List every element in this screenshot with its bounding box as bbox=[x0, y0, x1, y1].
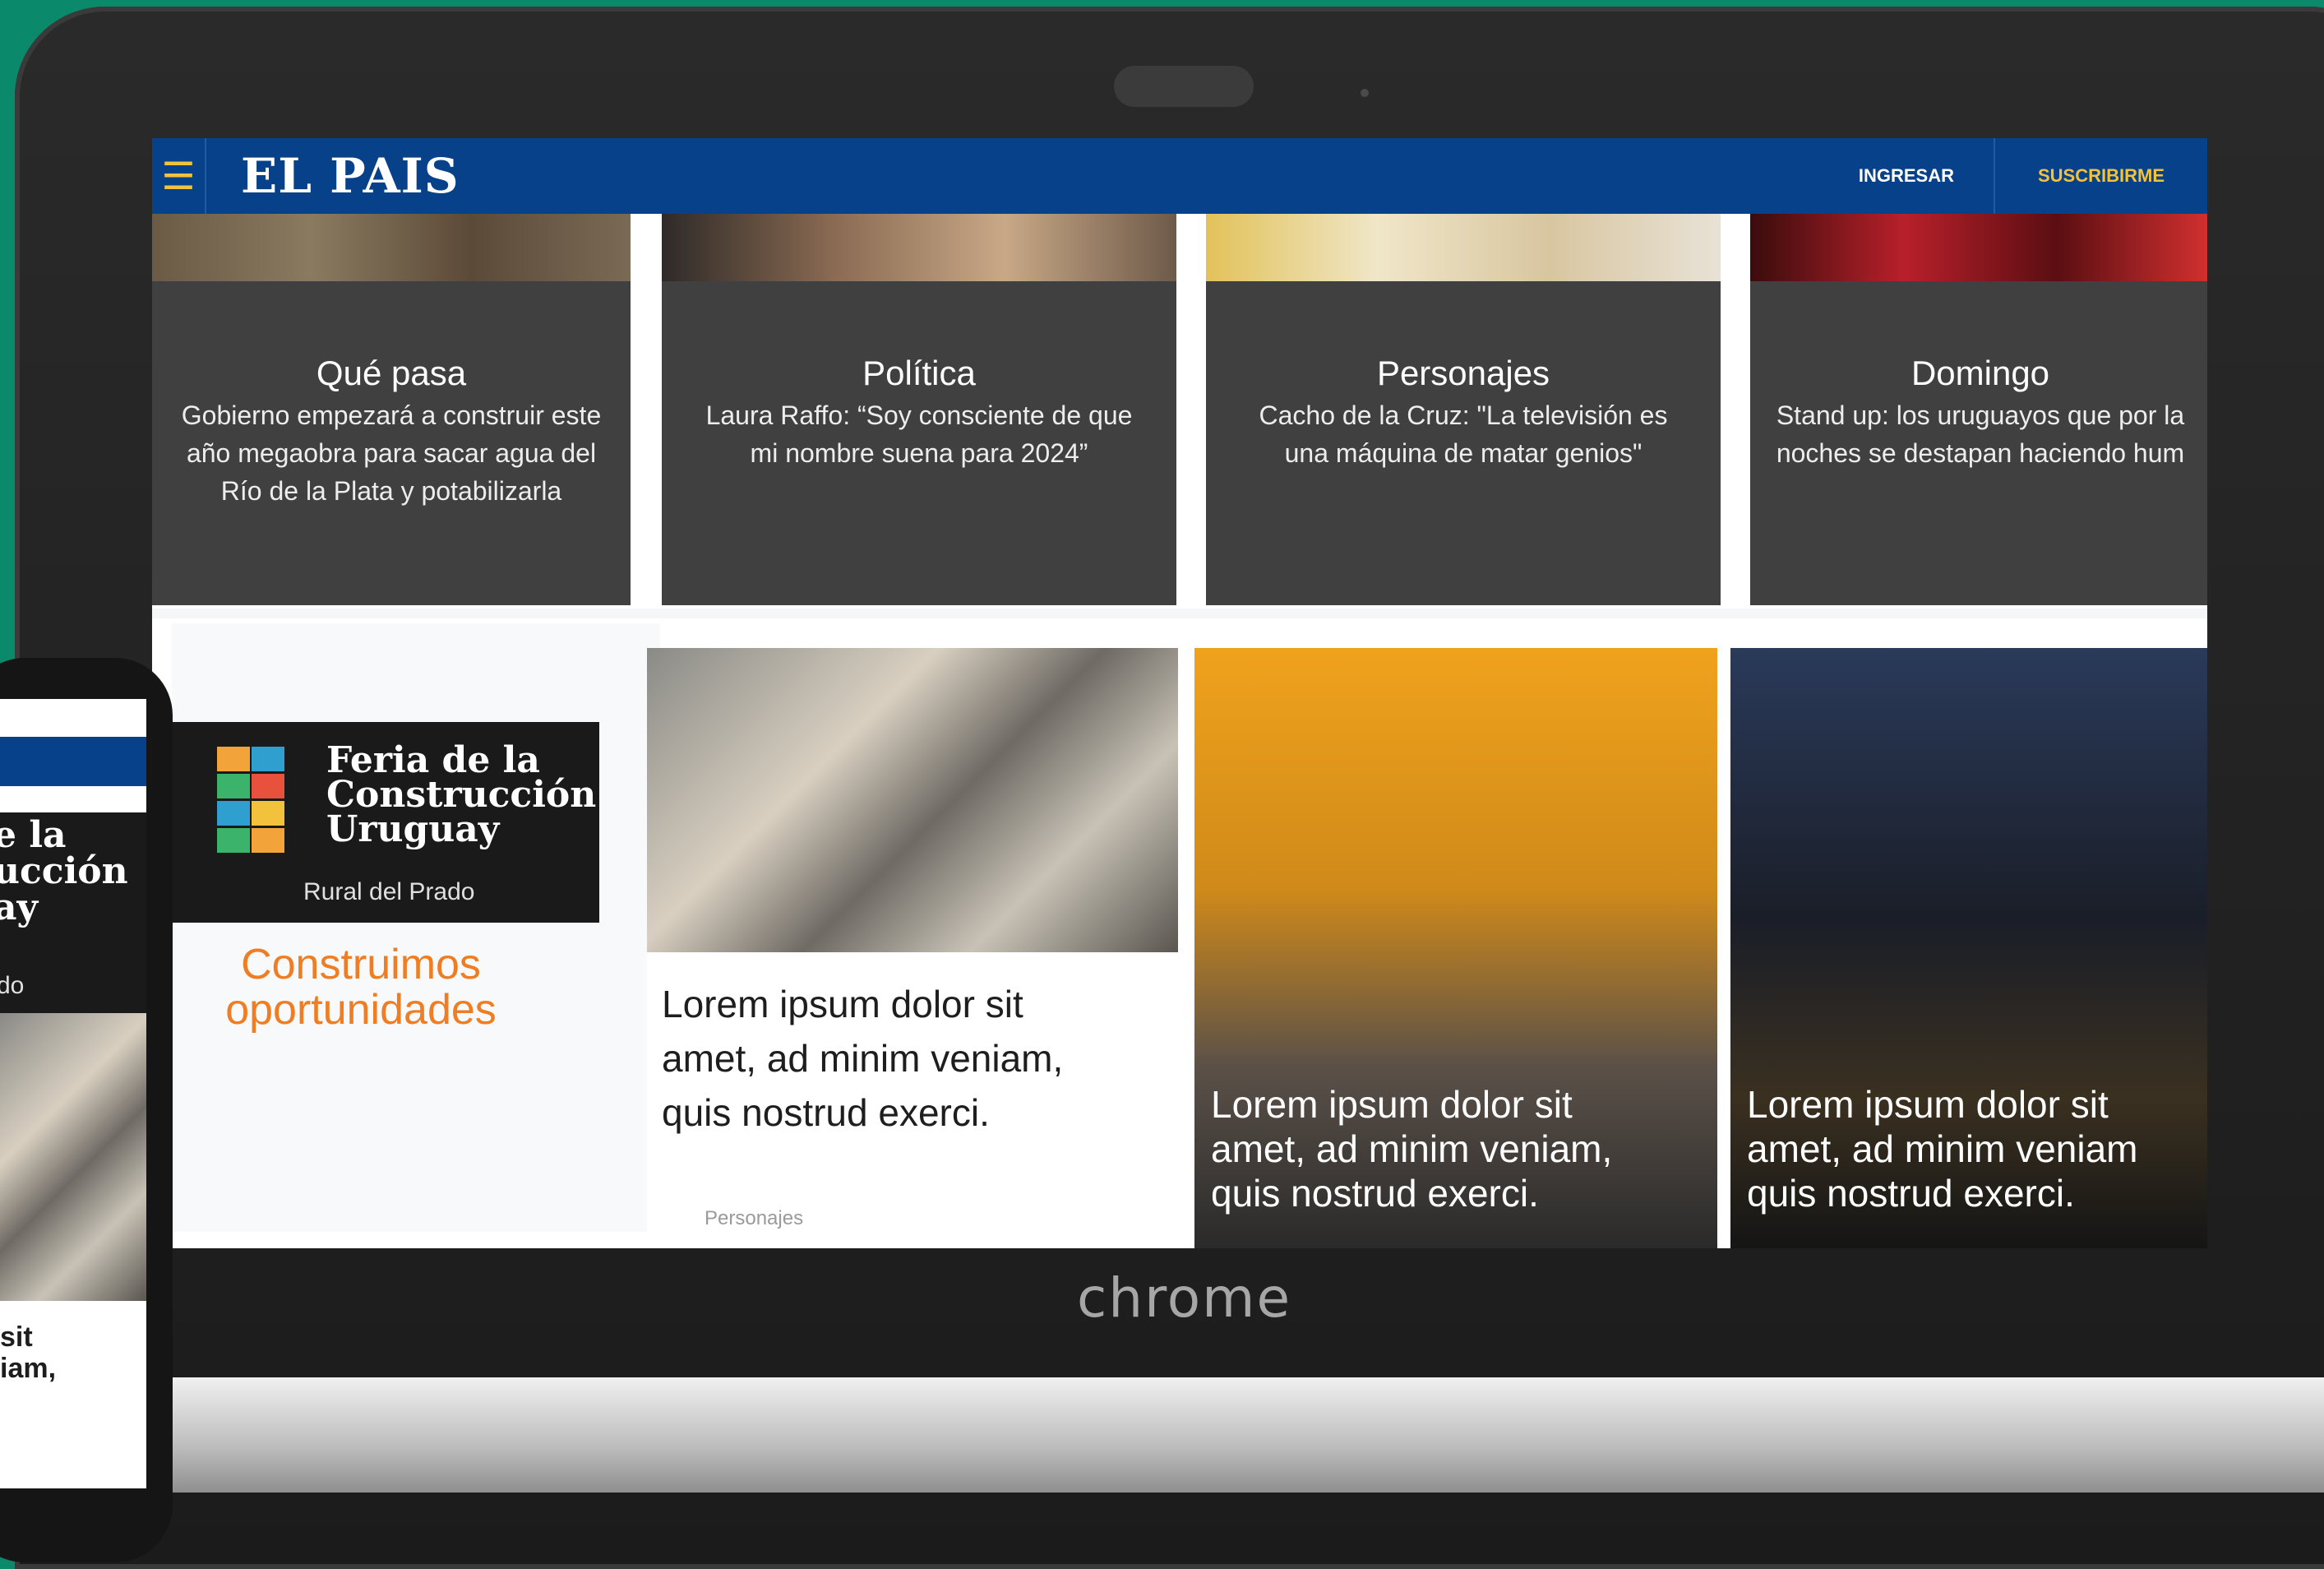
card-image bbox=[1750, 214, 2207, 281]
site-header: ☰ EL PAIS INGRESAR SUSCRIBIRME bbox=[152, 138, 2207, 214]
phone-article-image bbox=[0, 1013, 146, 1301]
promo-tagline[interactable]: Construimos oportunidades bbox=[213, 942, 509, 1033]
card-headline: Laura Raffo: “Soy consciente de que mi n… bbox=[705, 400, 1133, 468]
phone-article-headline[interactable]: sit iam, bbox=[0, 1321, 56, 1384]
laptop-base bbox=[164, 1377, 2324, 1493]
phone-feria-title: e la ucción ay bbox=[0, 814, 128, 928]
news-card-domingo[interactable]: Domingo Stand up: los uruguayos que por … bbox=[1750, 214, 2207, 605]
phone-screen: e la ucción ay do sit iam, bbox=[0, 699, 146, 1488]
feria-subtitle: Rural del Prado bbox=[303, 878, 475, 905]
card-headline: Gobierno empezará a construir este año m… bbox=[181, 400, 602, 506]
device-brand-label: chrome bbox=[1077, 1266, 1292, 1330]
feria-banner[interactable]: Feria de la Construcción Uruguay Rural d… bbox=[172, 722, 599, 923]
article-headline[interactable]: Lorem ipsum dolor sit amet, ad minim ven… bbox=[662, 977, 1063, 1140]
news-card-que-pasa[interactable]: Qué pasa Gobierno empezará a construir e… bbox=[152, 214, 631, 605]
article-image bbox=[647, 648, 1178, 952]
phone-site-header bbox=[0, 737, 146, 786]
section-divider bbox=[152, 609, 2207, 618]
feria-title: Feria de la Construcción Uruguay bbox=[326, 739, 597, 850]
phone-feria-subtitle: do bbox=[0, 972, 25, 999]
card-section-title: Personajes bbox=[1376, 354, 1550, 392]
site-logo[interactable]: EL PAIS bbox=[241, 148, 460, 204]
news-card-politica[interactable]: Política Laura Raffo: “Soy consciente de… bbox=[662, 214, 1176, 605]
camera-indicator bbox=[1361, 89, 1369, 97]
card-section-title: Política bbox=[862, 354, 976, 392]
card-image bbox=[662, 214, 1176, 281]
subscribe-button[interactable]: SUSCRIBIRME bbox=[1993, 138, 2207, 214]
hamburger-icon[interactable]: ☰ bbox=[152, 138, 206, 214]
sponsor-promo[interactable]: Feria de la Construcción Uruguay Rural d… bbox=[172, 623, 660, 1232]
article-card[interactable]: Lorem ipsum dolor sit amet, ad minim ven… bbox=[1730, 648, 2207, 1248]
card-section-title: Qué pasa bbox=[316, 354, 467, 392]
article-section-tag[interactable]: Personajes bbox=[705, 1207, 803, 1230]
article-card[interactable]: Lorem ipsum dolor sit amet, ad minim ven… bbox=[1194, 648, 1717, 1248]
webcam bbox=[1114, 66, 1254, 107]
login-button[interactable]: INGRESAR bbox=[1819, 138, 1994, 214]
feria-logo-icon bbox=[217, 747, 284, 853]
article-headline[interactable]: Lorem ipsum dolor sit amet, ad minim ven… bbox=[1747, 1082, 2138, 1215]
card-headline: Stand up: los uruguayos que por la noche… bbox=[1776, 400, 2185, 468]
article-card[interactable]: Lorem ipsum dolor sit amet, ad minim ven… bbox=[647, 648, 1178, 1248]
card-image bbox=[1206, 214, 1721, 281]
card-section-title: Domingo bbox=[1910, 354, 2050, 392]
card-image bbox=[152, 214, 631, 281]
article-headline[interactable]: Lorem ipsum dolor sit amet, ad minim ven… bbox=[1211, 1082, 1612, 1215]
laptop-screen: ☰ EL PAIS INGRESAR SUSCRIBIRME Qué pasa … bbox=[152, 138, 2207, 1248]
news-card-personajes[interactable]: Personajes Cacho de la Cruz: "La televis… bbox=[1206, 214, 1721, 605]
card-headline: Cacho de la Cruz: "La televisión es una … bbox=[1259, 400, 1668, 468]
